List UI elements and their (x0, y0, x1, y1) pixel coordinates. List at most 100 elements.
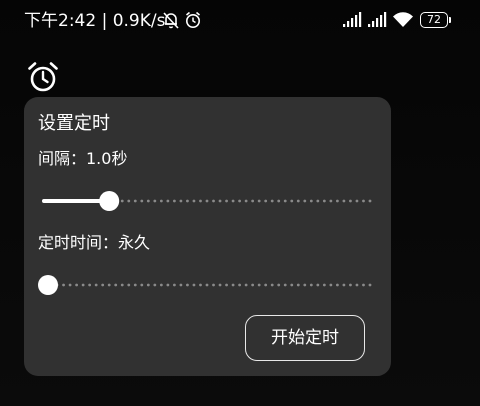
slider-tick (153, 199, 157, 203)
battery-nub (449, 17, 451, 23)
slider-tick (159, 199, 163, 203)
slider-tick (277, 199, 281, 203)
interval-label: 间隔：1.0秒 (38, 149, 128, 168)
slider-tick (218, 199, 222, 203)
slider-tick (159, 283, 163, 287)
slider-tick (186, 283, 189, 287)
slider-tick (199, 199, 202, 203)
interval-slider[interactable] (38, 189, 376, 213)
slider-tick (238, 199, 242, 203)
slider-tick (179, 199, 183, 203)
slider-tick (309, 283, 313, 287)
slider-tick (355, 283, 359, 287)
slider-tick (68, 283, 72, 287)
slider-tick (264, 199, 268, 203)
slider-tick (127, 283, 131, 287)
slider-tick (251, 199, 255, 203)
slider-tick (231, 283, 235, 287)
slider-tick (322, 199, 326, 203)
slider-tick (296, 283, 300, 287)
slider-tick (329, 283, 333, 287)
status-time-and-speed: 下午2:42 | 0.9K/s (24, 11, 166, 31)
slider-tick (283, 199, 287, 203)
slider-tick (336, 283, 339, 287)
slider-tick (107, 283, 111, 287)
interval-slider-track (42, 191, 372, 211)
slider-tick (316, 199, 320, 203)
slider-tick (146, 283, 150, 287)
slider-tick (296, 199, 300, 203)
slider-tick (120, 199, 124, 203)
app-screen: 下午2:42 | 0.9K/s 72 设置定时 间隔：1.0秒 定时时间：永久 … (0, 0, 480, 406)
slider-tick (368, 283, 372, 287)
slider-tick (186, 199, 189, 203)
slider-tick (218, 283, 222, 287)
slider-tick (336, 199, 339, 203)
slider-tick (133, 283, 137, 287)
slider-tick (205, 199, 209, 203)
slider-tick (349, 199, 352, 203)
slider-tick (173, 283, 176, 287)
slider-tick (290, 199, 294, 203)
slider-tick (173, 199, 176, 203)
slider-tick (349, 283, 352, 287)
slider-tick (199, 283, 202, 287)
signal-icon (342, 12, 362, 32)
alarm-clock-icon[interactable] (26, 60, 60, 98)
slider-tick (342, 199, 346, 203)
slider-tick (238, 283, 242, 287)
slider-tick (225, 199, 228, 203)
slider-tick (81, 283, 85, 287)
slider-tick (166, 283, 170, 287)
slider-tick (329, 199, 333, 203)
slider-tick (127, 199, 131, 203)
slider-tick (257, 199, 261, 203)
signal-icon (367, 12, 387, 32)
slider-tick (114, 283, 118, 287)
slider-tick (133, 199, 137, 203)
mute-bell-icon (162, 10, 180, 34)
battery-icon: 72 (420, 12, 448, 28)
slider-tick (303, 199, 307, 203)
slider-tick (88, 283, 92, 287)
slider-tick (153, 283, 157, 287)
status-bar: 下午2:42 | 0.9K/s 72 (0, 0, 480, 40)
duration-slider[interactable] (38, 273, 376, 297)
slider-tick (212, 199, 215, 203)
slider-tick (270, 283, 274, 287)
slider-tick (277, 283, 281, 287)
slider-tick (101, 283, 105, 287)
battery-level: 72 (427, 13, 441, 26)
slider-tick (251, 283, 255, 287)
slider-tick (362, 199, 365, 203)
slider-tick (244, 199, 248, 203)
dialog-title: 设置定时 (38, 113, 110, 134)
slider-tick (62, 283, 65, 287)
timer-settings-dialog: 设置定时 间隔：1.0秒 定时时间：永久 开始定时 (24, 97, 391, 376)
slider-tick (192, 199, 196, 203)
slider-tick (303, 283, 307, 287)
wifi-icon (392, 11, 414, 33)
slider-tick (322, 283, 326, 287)
slider-tick (316, 283, 320, 287)
slider-tick (231, 199, 235, 203)
slider-tick (192, 283, 196, 287)
slider-tick (257, 283, 261, 287)
alarm-icon (184, 10, 202, 34)
slider-tick (355, 199, 359, 203)
slider-tick (75, 283, 78, 287)
start-timer-button[interactable]: 开始定时 (245, 315, 365, 361)
slider-tick (270, 199, 274, 203)
slider-tick (166, 199, 170, 203)
slider-tick (368, 199, 372, 203)
slider-tick (205, 283, 209, 287)
slider-tick (179, 283, 183, 287)
slider-tick (309, 199, 313, 203)
slider-tick (283, 283, 287, 287)
slider-tick (225, 283, 228, 287)
duration-label: 定时时间：永久 (38, 233, 151, 252)
slider-tick (342, 283, 346, 287)
slider-tick (244, 283, 248, 287)
slider-tick (146, 199, 150, 203)
slider-tick (140, 283, 144, 287)
